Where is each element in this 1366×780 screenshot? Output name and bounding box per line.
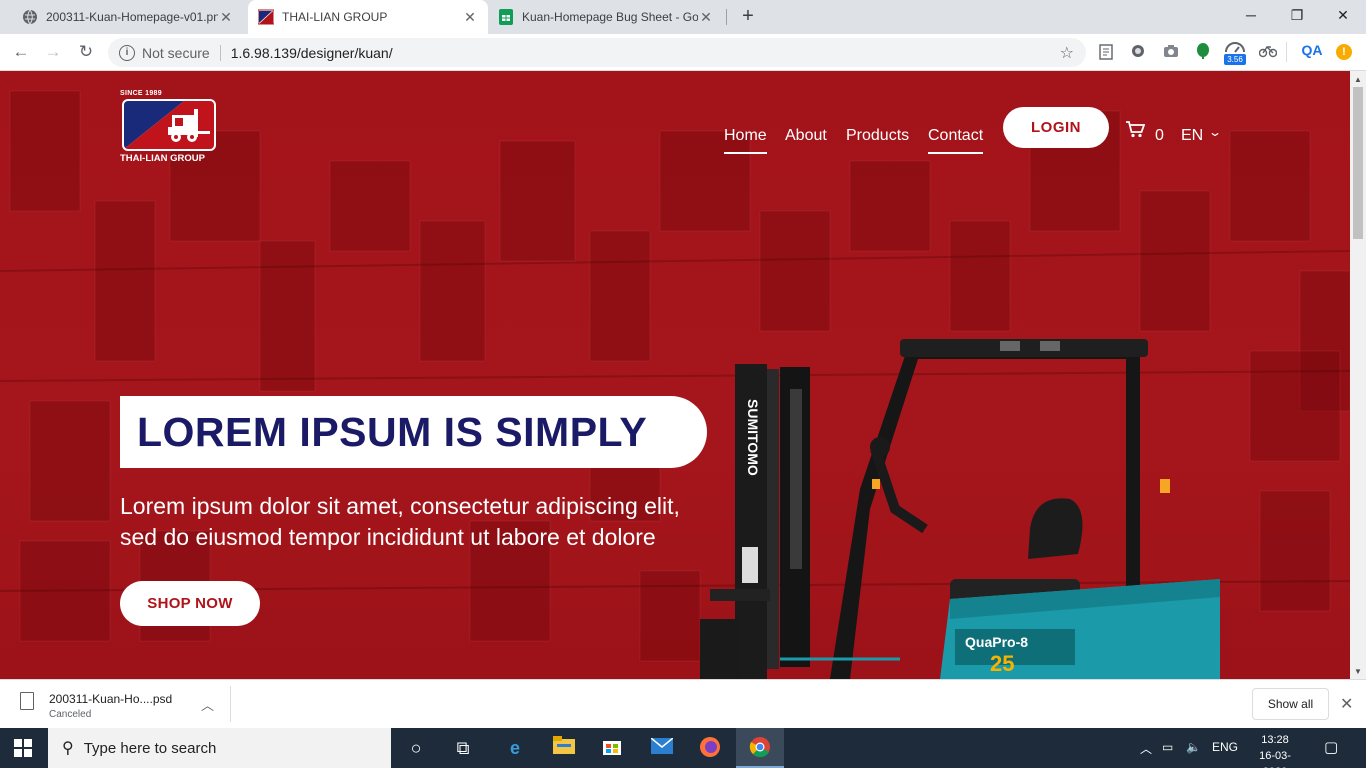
speed-badge: 3.56 [1224,54,1246,65]
scroll-down-arrow-icon[interactable]: ▼ [1354,667,1362,676]
hero-subtitle-line-1: Lorem ipsum dolor sit amet, consectetur … [120,493,680,519]
search-placeholder: Type here to search [83,739,217,757]
forklift-image: SUMITOMO QuaPro-8 25 [700,339,1220,679]
sheets-icon [498,9,514,25]
input-language[interactable]: ENG [1212,740,1238,754]
mail-icon[interactable] [650,736,674,760]
omnibox-divider [219,44,221,61]
nav-contact[interactable]: Contact [928,127,984,154]
bookmark-star-icon[interactable]: ☆ [1060,43,1074,63]
cycle-extension-icon[interactable] [1258,44,1278,62]
scroll-up-arrow-icon[interactable]: ▲ [1354,75,1362,84]
qa-extension-icon[interactable]: QA [1300,42,1324,60]
update-alert-icon[interactable]: ! [1336,44,1352,60]
hero-section: SINCE 1989 THAI-LIAN GROUP Home About Pr… [0,71,1350,679]
cortana-icon[interactable]: ○ [404,736,428,760]
download-filename[interactable]: 200311-Kuan-Ho....psd [49,692,172,706]
back-button[interactable]: ← [9,40,33,64]
tab-title: Kuan-Homepage Bug Sheet - Go [522,10,698,24]
logo-name-text: THAI-LIAN GROUP [120,153,205,164]
show-all-button[interactable]: Show all [1252,688,1329,720]
login-button[interactable]: LOGIN [1003,107,1109,148]
tab-divider [726,9,727,25]
windows-taskbar: ⚲ Type here to search ○ ⧉ e ︿ ▭ 🔈 ENG 13… [0,728,1366,778]
browser-tab-bar: 200311-Kuan-Homepage-v01.png ✕ THAI-LIAN… [0,0,1366,34]
windows-start-icon[interactable] [14,739,32,757]
close-window-button[interactable]: ✕ [1320,0,1366,30]
notifications-icon[interactable]: ▢ [1324,738,1338,756]
address-toolbar: ← → ↻ i Not secure 1.6.98.139/designer/k… [0,34,1366,71]
info-icon[interactable]: i [119,44,135,61]
forklift-mast-text: SUMITOMO [745,399,761,476]
hero-subtitle: Lorem ipsum dolor sit amet, consectetur … [120,491,740,553]
download-status: Canceled [49,709,92,720]
language-selector[interactable]: EN [1181,127,1203,145]
minimize-button[interactable]: ─ [1228,0,1274,30]
volume-icon[interactable]: 🔈 [1186,740,1201,754]
chrome-icon[interactable] [748,736,772,760]
file-explorer-icon[interactable] [552,736,576,760]
clock-date: 16-03-2020 [1259,750,1291,778]
tab-title: THAI-LIAN GROUP [282,10,388,24]
restore-button[interactable]: ❐ [1274,0,1320,30]
shop-now-button[interactable]: SHOP NOW [120,581,260,626]
network-icon[interactable]: ▭ [1162,740,1173,754]
chevron-up-icon[interactable]: ︿ [201,695,214,714]
download-divider [230,686,231,722]
green-leaf-icon[interactable] [1194,43,1212,61]
circle-extension-icon[interactable] [1130,44,1146,62]
taskbar-clock[interactable]: 13:28 16-03-2020 [1250,732,1300,780]
hero-subtitle-line-2: sed do eiusmod tempor incididunt ut labo… [120,524,656,550]
tab-title: 200311-Kuan-Homepage-v01.png [46,10,218,24]
store-icon[interactable] [600,736,624,760]
nav-home[interactable]: Home [724,127,767,154]
scrollbar-thumb[interactable] [1353,87,1363,239]
clock-time: 13:28 [1261,734,1289,746]
logo-mark [122,99,216,151]
toolbar-divider [1286,42,1287,62]
download-shelf: 200311-Kuan-Ho....psd Canceled ︿ Show al… [0,679,1366,728]
tab-thai-lian[interactable]: THAI-LIAN GROUP ✕ [248,0,488,34]
close-tab-icon[interactable]: ✕ [218,9,234,26]
url-text[interactable]: 1.6.98.139/designer/kuan/ [231,45,393,61]
close-tab-icon[interactable]: ✕ [462,9,478,26]
edge-icon[interactable]: e [503,736,527,760]
cart-count[interactable]: 0 [1155,127,1164,145]
page-scrollbar[interactable]: ▲ ▼ [1350,71,1366,679]
file-icon [20,692,34,710]
thai-lian-logo[interactable]: SINCE 1989 THAI-LIAN GROUP [120,90,218,166]
search-icon: ⚲ [62,740,74,757]
thai-lian-favicon [258,9,274,25]
nav-products[interactable]: Products [846,127,909,145]
speed-extension-icon[interactable]: 3.56 [1222,40,1248,66]
new-tab-button[interactable]: + [737,5,759,27]
firefox-icon[interactable] [698,736,722,760]
tab-bug-sheet[interactable]: Kuan-Homepage Bug Sheet - Go ✕ [488,0,724,34]
page-extension-icon[interactable] [1098,44,1114,62]
omnibox[interactable]: i Not secure 1.6.98.139/designer/kuan/ ☆ [108,38,1086,67]
logo-since-text: SINCE 1989 [120,90,162,97]
hero-headline: LOREM IPSUM IS SIMPLY [120,396,707,468]
cart-icon[interactable] [1125,121,1146,138]
forward-button[interactable]: → [41,40,65,64]
reload-button[interactable]: ↻ [74,40,98,64]
camera-icon[interactable] [1162,44,1180,62]
close-download-shelf-icon[interactable]: ✕ [1340,694,1353,714]
taskbar-search-box[interactable]: ⚲ Type here to search [48,728,391,768]
forklift-number-text: 25 [990,651,1014,676]
nav-about[interactable]: About [785,127,827,145]
task-view-icon[interactable]: ⧉ [451,736,475,760]
chevron-down-icon[interactable]: ⌄ [1208,125,1222,139]
globe-icon [22,9,38,25]
forklift-model-text: QuaPro-8 [965,634,1028,650]
show-hidden-icons-icon[interactable]: ︿ [1140,740,1152,757]
security-label: Not secure [142,44,210,61]
close-tab-icon[interactable]: ✕ [698,9,714,26]
tab-homepage-png[interactable]: 200311-Kuan-Homepage-v01.png ✕ [12,0,244,34]
